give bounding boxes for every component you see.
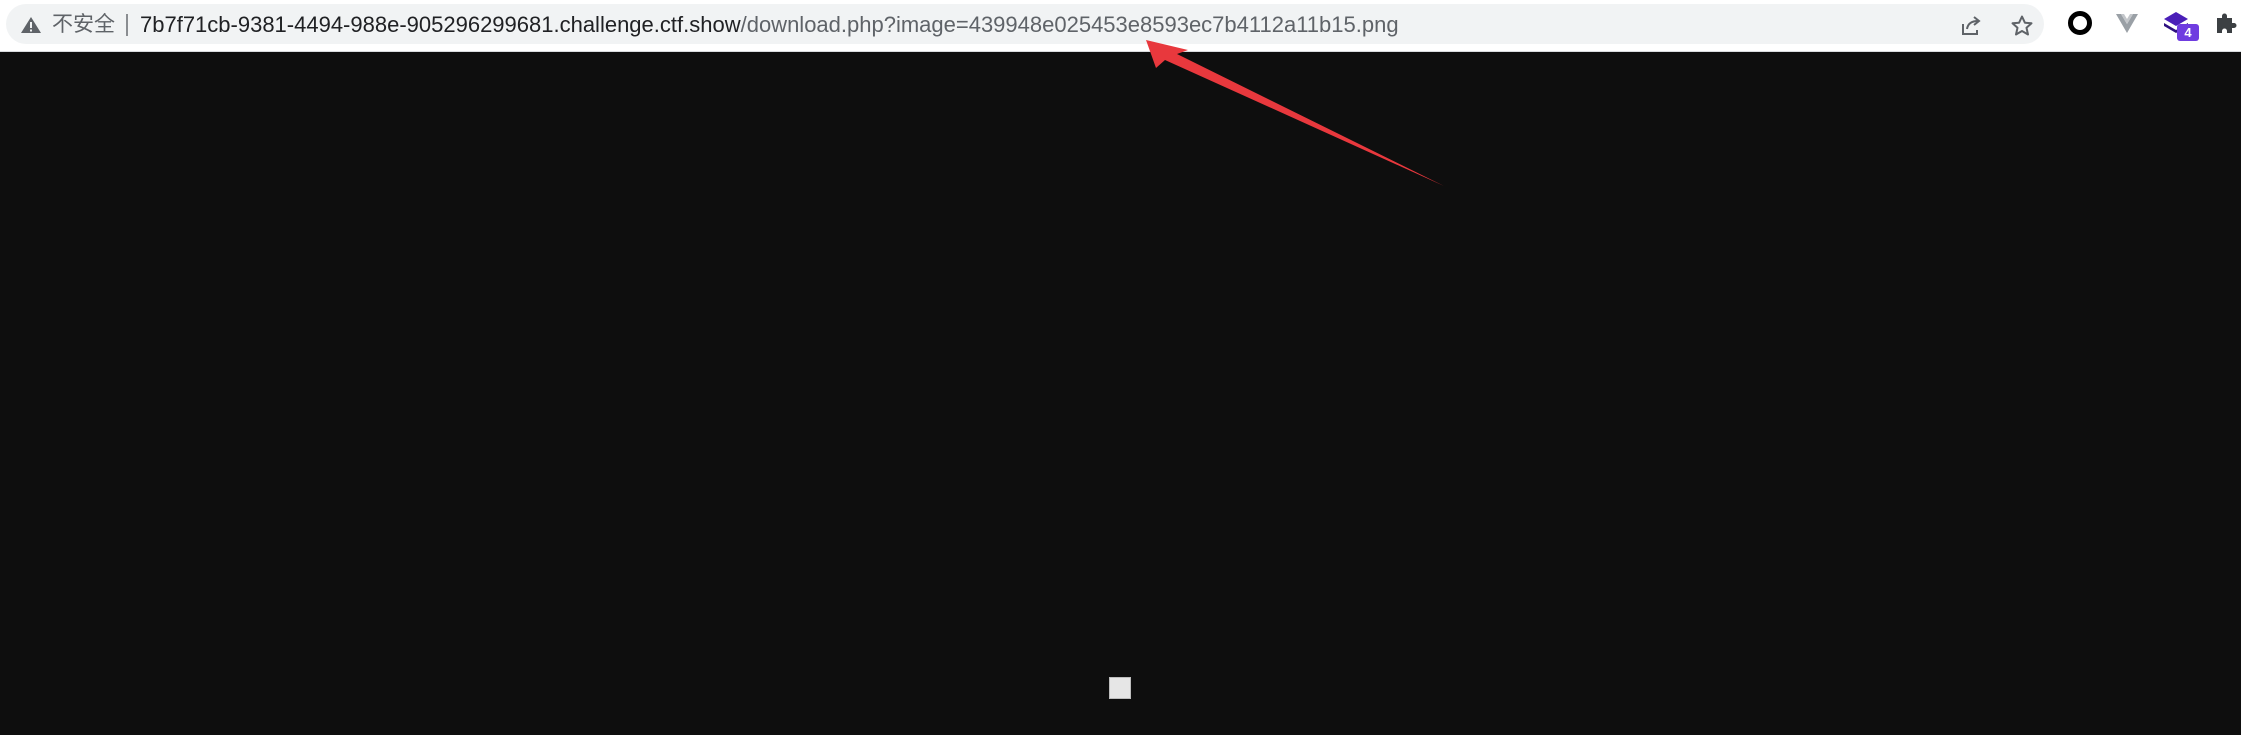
address-bar[interactable]: 不安全 7b7f71cb-9381-4494-988e-905296299681… [6,4,2044,44]
star-icon[interactable] [2010,14,2034,38]
url-path: /download.php?image=439948e025453e8593ec… [740,12,1399,37]
browser-toolbar: 不安全 7b7f71cb-9381-4494-988e-905296299681… [0,0,2241,52]
share-icon[interactable] [1959,14,1983,38]
page-viewport [0,52,2241,735]
vue-devtools-icon[interactable] [2113,9,2141,37]
broken-image-placeholder[interactable] [1109,677,1131,699]
extension-badge-count: 4 [2177,24,2199,41]
puzzle-extensions-icon[interactable] [2212,9,2240,37]
url-text[interactable]: 7b7f71cb-9381-4494-988e-905296299681.cha… [140,13,1399,37]
security-status-label[interactable]: 不安全 [52,13,115,37]
warning-triangle-icon[interactable] [20,16,42,34]
address-divider [126,14,128,36]
circle-extension-icon[interactable] [2066,9,2094,37]
url-host: 7b7f71cb-9381-4494-988e-905296299681.cha… [140,12,741,37]
browser-window: 不安全 7b7f71cb-9381-4494-988e-905296299681… [0,0,2241,735]
